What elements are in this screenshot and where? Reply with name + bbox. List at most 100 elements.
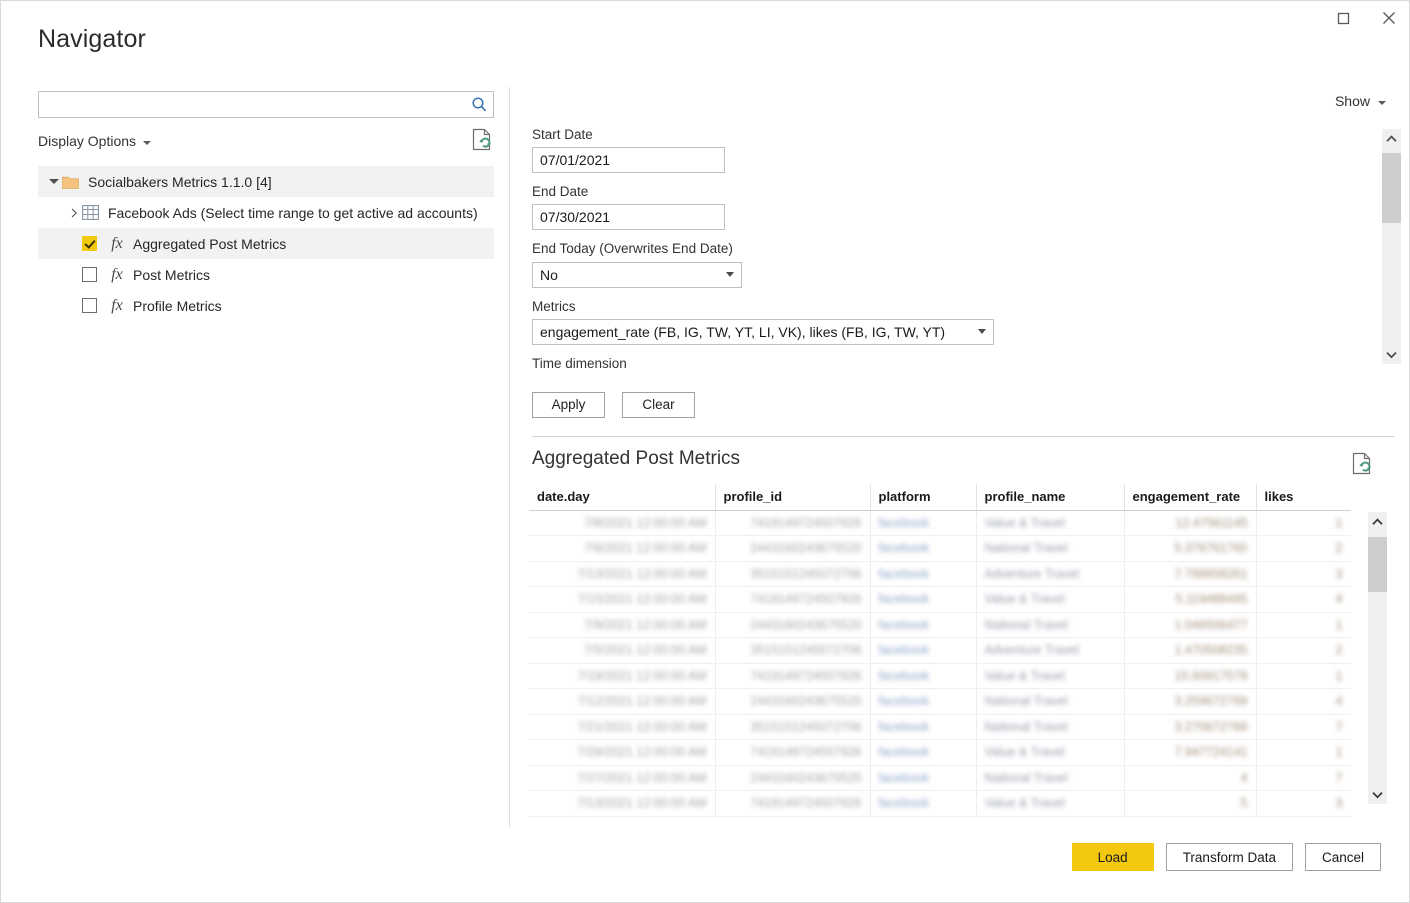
table-cell-profile-id: 2443160243675520 <box>715 765 871 791</box>
checkbox-profile-metrics[interactable] <box>82 298 97 313</box>
metrics-dropdown[interactable]: engagement_rate (FB, IG, TW, YT, LI, VK)… <box>532 318 994 345</box>
search-icon[interactable] <box>465 92 493 117</box>
tree-item-socialbakers-metrics[interactable]: Socialbakers Metrics 1.1.0 [4] <box>38 166 494 197</box>
table-cell-profile-id: 2443160243675520 <box>715 535 871 562</box>
cell-value: 7/12/2021 12:00:00 AM <box>577 694 707 709</box>
refresh-document-icon[interactable] <box>471 128 493 152</box>
cell-value: 4 <box>1335 592 1343 607</box>
start-date-label: Start Date <box>532 127 593 142</box>
table-scroll-down-button[interactable] <box>1368 785 1387 804</box>
column-header-profile-name[interactable]: profile_name <box>976 484 1125 511</box>
cell-value: 7419149724507926 <box>750 515 862 530</box>
column-header-date-day[interactable]: date.day <box>529 484 716 511</box>
display-options-menu[interactable]: Display Options <box>38 131 152 151</box>
chevron-down-icon <box>978 329 986 335</box>
cell-value: 7 <box>1335 770 1343 785</box>
cell-value: 7419149724507926 <box>750 668 862 683</box>
cell-value: 7419149724507926 <box>750 592 862 607</box>
table-cell-platform: facebook <box>870 637 977 664</box>
table-cell-likes: 4 <box>1256 586 1351 613</box>
cell-value: 3 <box>1335 566 1343 581</box>
cell-value: Value & Travel <box>984 668 1065 683</box>
folder-icon <box>62 175 79 189</box>
column-header-profile-id[interactable]: profile_id <box>715 484 871 511</box>
table-cell-engagement-rate: 7.947724141 <box>1124 739 1257 766</box>
table-cell-engagement-rate: 5 <box>1124 790 1257 817</box>
cell-value: 7 <box>1335 719 1343 734</box>
table-row[interactable]: 7/13/2021 12:00:00 AM 3515151245072706 fac… <box>529 561 1351 587</box>
column-header-platform[interactable]: platform <box>870 484 977 511</box>
cell-value: Value & Travel <box>984 745 1065 760</box>
close-button[interactable] <box>1366 1 1409 35</box>
tree-item-facebook-ads[interactable]: Facebook Ads (Select time range to get a… <box>38 197 494 228</box>
scrollbar-thumb[interactable] <box>1382 153 1401 223</box>
table-row[interactable]: 7/29/2021 12:00:00 AM 7419149724507926 fac… <box>529 739 1351 766</box>
cell-value: 2443160243675520 <box>750 770 862 785</box>
search-input[interactable] <box>39 92 465 117</box>
tree-item-aggregated-post-metrics[interactable]: fx Aggregated Post Metrics <box>38 228 494 259</box>
table-row[interactable]: 7/19/2021 12:00:00 AM 7419149724507926 fac… <box>529 663 1351 689</box>
cell-value: 5.376761760 <box>1174 541 1248 556</box>
table-cell-profile-name: National Travel <box>976 714 1125 740</box>
cancel-button[interactable]: Cancel <box>1304 843 1381 871</box>
table-cell-engagement-rate: 3.270672769 <box>1124 714 1257 740</box>
end-today-dropdown[interactable]: No <box>532 261 742 288</box>
collapse-arrow-icon[interactable] <box>66 208 82 218</box>
column-header-likes[interactable]: likes <box>1256 484 1351 511</box>
table-cell-date-day: 7/13/2021 12:00:00 AM <box>529 561 716 587</box>
expand-arrow-icon[interactable] <box>46 179 62 184</box>
column-header-engagement-rate[interactable]: engagement_rate <box>1124 484 1257 511</box>
show-menu[interactable]: Show <box>1335 93 1386 109</box>
cell-value: 1.470508235 <box>1174 643 1248 658</box>
tree-item-post-metrics[interactable]: fx Post Metrics <box>38 259 494 290</box>
apply-button[interactable]: Apply <box>532 391 605 418</box>
cell-value: 2443160243675520 <box>750 541 862 556</box>
table-row[interactable]: 7/15/2021 12:00:00 AM 7419149724507926 fac… <box>529 586 1351 613</box>
table-cell-profile-name: Value & Travel <box>976 510 1125 536</box>
table-row[interactable]: 7/13/2021 12:00:00 AM 7419149724507926 fac… <box>529 790 1351 817</box>
cell-value: Adventure Travel <box>984 566 1080 581</box>
form-actions: Apply Clear <box>532 391 1362 418</box>
preview-refresh-icon[interactable] <box>1351 452 1373 476</box>
table-row[interactable]: 7/8/2021 12:00:00 AM 7419149724507926 face… <box>529 510 1351 536</box>
cell-value: facebook <box>878 668 930 683</box>
cell-value: 1 <box>1335 617 1343 632</box>
table-row[interactable]: 7/27/2021 12:00:00 AM 2443160243675520 fac… <box>529 765 1351 791</box>
table-scroll-up-button[interactable] <box>1368 512 1387 531</box>
tree-item-label: Facebook Ads (Select time range to get a… <box>108 204 478 221</box>
form-scrollbar[interactable] <box>1382 129 1401 364</box>
start-date-input[interactable]: 07/01/2021 <box>532 147 725 174</box>
table-row[interactable]: 7/12/2021 12:00:00 AM 2443160243675520 fac… <box>529 688 1351 715</box>
table-row[interactable]: 7/9/2021 12:00:00 AM 2443160243675520 face… <box>529 612 1351 638</box>
fx-function-icon: fx <box>111 234 123 252</box>
cell-value: 7419149724507926 <box>750 745 862 760</box>
table-row[interactable]: 7/5/2021 12:00:00 AM 3515151245072706 face… <box>529 637 1351 664</box>
table-scrollbar[interactable] <box>1368 512 1387 804</box>
checkbox-post-metrics[interactable] <box>82 267 97 282</box>
table-cell-platform: facebook <box>870 714 977 740</box>
preview-table-container[interactable]: date.day profile_id platform profile_nam… <box>529 484 1351 824</box>
table-cell-engagement-rate: 3.259672769 <box>1124 688 1257 715</box>
scroll-down-button[interactable] <box>1382 345 1401 364</box>
clear-button[interactable]: Clear <box>622 391 695 418</box>
page-title: Navigator <box>38 25 146 53</box>
transform-data-button[interactable]: Transform Data <box>1165 843 1293 871</box>
tree-item-profile-metrics[interactable]: fx Profile Metrics <box>38 290 494 321</box>
cell-value: 2 <box>1335 643 1343 658</box>
cell-value: 2443160243675520 <box>750 694 862 709</box>
maximize-button[interactable] <box>1321 1 1366 35</box>
table-cell-date-day: 7/21/2021 12:00:00 AM <box>529 714 716 740</box>
table-row[interactable]: 7/6/2021 12:00:00 AM 2443160243675520 face… <box>529 535 1351 562</box>
checkbox-aggregated-post-metrics[interactable] <box>82 236 97 251</box>
scroll-up-button[interactable] <box>1382 129 1401 148</box>
table-row[interactable]: 7/21/2021 12:00:00 AM 3515151245072706 fac… <box>529 714 1351 740</box>
end-date-input[interactable]: 07/30/2021 <box>532 204 725 231</box>
cell-value: 3.259672769 <box>1174 694 1248 709</box>
table-cell-likes: 1 <box>1256 510 1351 536</box>
table-cell-profile-id: 7419149724507926 <box>715 586 871 613</box>
end-date-label: End Date <box>532 184 589 200</box>
load-button[interactable]: Load <box>1071 843 1154 871</box>
footer-actions: Load Transform Data Cancel <box>1071 843 1381 871</box>
search-box[interactable] <box>38 91 494 118</box>
scrollbar-thumb[interactable] <box>1368 537 1387 592</box>
